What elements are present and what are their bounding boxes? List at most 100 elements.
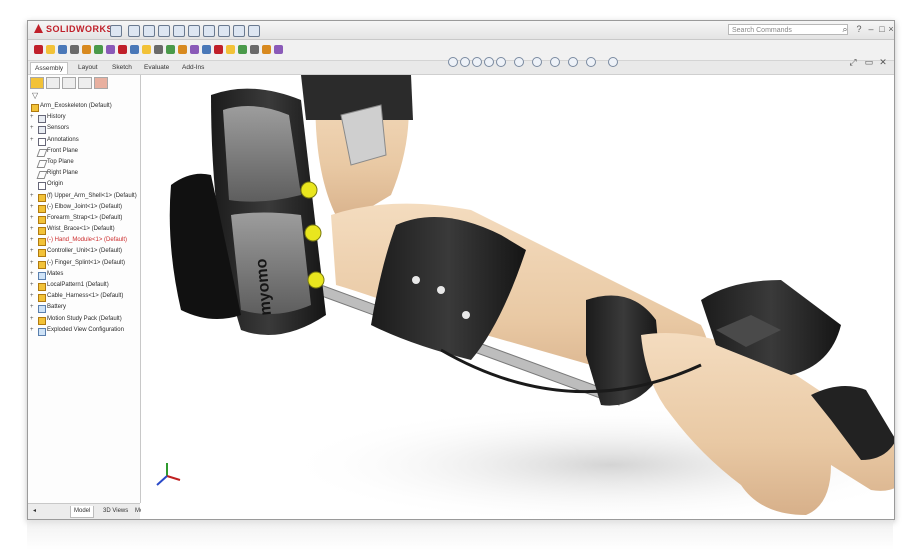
tree-item[interactable]: + Battery [30, 302, 140, 314]
section-properties-icon[interactable] [274, 45, 283, 54]
move-component-icon[interactable] [82, 45, 91, 54]
tree-item[interactable]: + (-) Finger_Splint<1> (Default) [30, 258, 140, 269]
minimize-button[interactable]: – [866, 24, 876, 34]
hole-alignment-icon[interactable] [238, 45, 247, 54]
tree-item[interactable]: Front Plane [30, 146, 140, 157]
tree-item[interactable]: + Controller_Unit<1> (Default) [30, 246, 140, 258]
expand-icon[interactable]: + [30, 112, 36, 123]
display-manager-icon[interactable] [94, 77, 108, 89]
expand-icon[interactable]: + [30, 213, 36, 224]
open-file-icon[interactable] [143, 25, 155, 37]
search-icon[interactable]: ⌕ [840, 24, 850, 34]
filter-icon[interactable]: ▽ [32, 91, 38, 100]
tab-3d-views[interactable]: 3D Views [100, 506, 131, 517]
tree-item[interactable]: + LocalPattern1 (Default) [30, 280, 140, 291]
apply-scene-icon[interactable] [568, 57, 578, 67]
expand-icon[interactable]: + [30, 291, 36, 302]
hide-show-icon[interactable] [532, 57, 542, 67]
new-motion-study-icon[interactable] [130, 45, 139, 54]
edit-appearance-icon[interactable] [550, 57, 560, 67]
print-icon[interactable] [173, 25, 185, 37]
tree-item[interactable]: + (-) Hand_Module<1> (Default) [30, 235, 140, 247]
tab-model-left[interactable]: ◂ [30, 506, 39, 517]
tree-item[interactable]: + Wrist_Brace<1> (Default) [30, 224, 140, 236]
undo-icon[interactable] [188, 25, 200, 37]
smart-mates-icon[interactable] [34, 45, 43, 54]
zoom-to-area-icon[interactable] [460, 57, 470, 67]
expand-icon[interactable]: + [30, 325, 36, 336]
expand-icon[interactable]: + [30, 235, 36, 246]
tree-item[interactable]: + Cable_Harness<1> (Default) [30, 291, 140, 303]
assembly-features-icon[interactable] [106, 45, 115, 54]
expand-icon[interactable]: + [30, 135, 36, 146]
graphics-area[interactable]: myomo [141, 75, 894, 519]
viewport-tile-icon[interactable]: ▭ [864, 57, 874, 67]
measure-icon[interactable] [250, 45, 259, 54]
property-manager-icon[interactable] [46, 77, 60, 89]
new-file-icon[interactable] [128, 25, 140, 37]
section-view-icon[interactable] [484, 57, 494, 67]
expand-icon[interactable]: + [30, 224, 36, 235]
tree-item[interactable]: + Motion Study Pack (Default) [30, 314, 140, 325]
configuration-manager-icon[interactable] [62, 77, 76, 89]
exoskeleton-model[interactable]: myomo [141, 75, 894, 519]
realview-icon[interactable] [608, 57, 618, 67]
dimxpert-icon[interactable] [78, 77, 92, 89]
mass-properties-icon[interactable] [262, 45, 271, 54]
clearance-icon[interactable] [226, 45, 235, 54]
tab-layout[interactable]: Layout [74, 62, 102, 73]
update-speedpak-icon[interactable] [178, 45, 187, 54]
tree-item[interactable]: + Exploded View Configuration [30, 325, 140, 336]
tree-item[interactable]: + Forearm_Strap<1> (Default) [30, 213, 140, 224]
gear-icon[interactable] [248, 25, 260, 37]
search-commands-input[interactable]: Search Commands [728, 24, 848, 35]
tree-root[interactable]: Arm_Exoskeleton (Default) [30, 101, 140, 112]
tree-item[interactable]: + (-) Elbow_Joint<1> (Default) [30, 202, 140, 213]
instant3d-icon[interactable] [166, 45, 175, 54]
reference-geometry-icon[interactable] [118, 45, 127, 54]
tree-item[interactable]: Origin [30, 179, 140, 191]
tab-model[interactable]: Model [70, 506, 95, 518]
tree-item[interactable]: Right Plane [30, 168, 140, 180]
app-logo[interactable]: SOLIDWORKS [34, 24, 113, 34]
mate-icon[interactable] [58, 45, 67, 54]
tree-item[interactable]: + Mates [30, 269, 140, 280]
save-icon[interactable] [158, 25, 170, 37]
tab-sketch[interactable]: Sketch [108, 62, 136, 73]
feature-manager-icon[interactable] [30, 77, 44, 89]
viewport-restore-icon[interactable]: ⤢ [848, 57, 858, 67]
menu-arrow-icon[interactable] [110, 25, 122, 37]
expand-icon[interactable]: + [30, 202, 36, 213]
viewport-close-icon[interactable]: ✕ [878, 57, 888, 67]
exploded-view-icon[interactable] [154, 45, 163, 54]
insert-components-icon[interactable] [46, 45, 55, 54]
expand-icon[interactable]: + [30, 302, 36, 313]
controller-button-middle[interactable] [304, 224, 322, 242]
view-orientation-icon[interactable] [496, 57, 506, 67]
bill-of-materials-icon[interactable] [142, 45, 151, 54]
expand-icon[interactable]: + [30, 280, 36, 291]
expand-icon[interactable]: + [30, 258, 36, 269]
expand-icon[interactable]: + [30, 269, 36, 280]
tree-item[interactable]: + Sensors [30, 123, 140, 135]
options-icon[interactable] [233, 25, 245, 37]
large-assembly-icon[interactable] [202, 45, 211, 54]
tree-item[interactable]: + (f) Upper_Arm_Shell<1> (Default) [30, 191, 140, 202]
zoom-to-fit-icon[interactable] [448, 57, 458, 67]
tree-item[interactable]: Top Plane [30, 157, 140, 168]
tab-assembly[interactable]: Assembly [30, 62, 69, 74]
controller-button-top[interactable] [300, 181, 318, 199]
tree-item[interactable]: + Annotations [30, 135, 140, 146]
expand-icon[interactable]: + [30, 314, 36, 325]
tree-item[interactable]: + History [30, 112, 140, 124]
select-icon[interactable] [203, 25, 215, 37]
display-style-icon[interactable] [514, 57, 524, 67]
expand-icon[interactable]: + [30, 123, 36, 134]
interference-icon[interactable] [214, 45, 223, 54]
rebuild-icon[interactable] [218, 25, 230, 37]
view-settings-icon[interactable] [586, 57, 596, 67]
tab-evaluate[interactable]: Evaluate [140, 62, 173, 73]
expand-icon[interactable]: + [30, 191, 36, 202]
controller-button-bottom[interactable] [307, 271, 325, 289]
help-button[interactable]: ? [854, 24, 864, 34]
